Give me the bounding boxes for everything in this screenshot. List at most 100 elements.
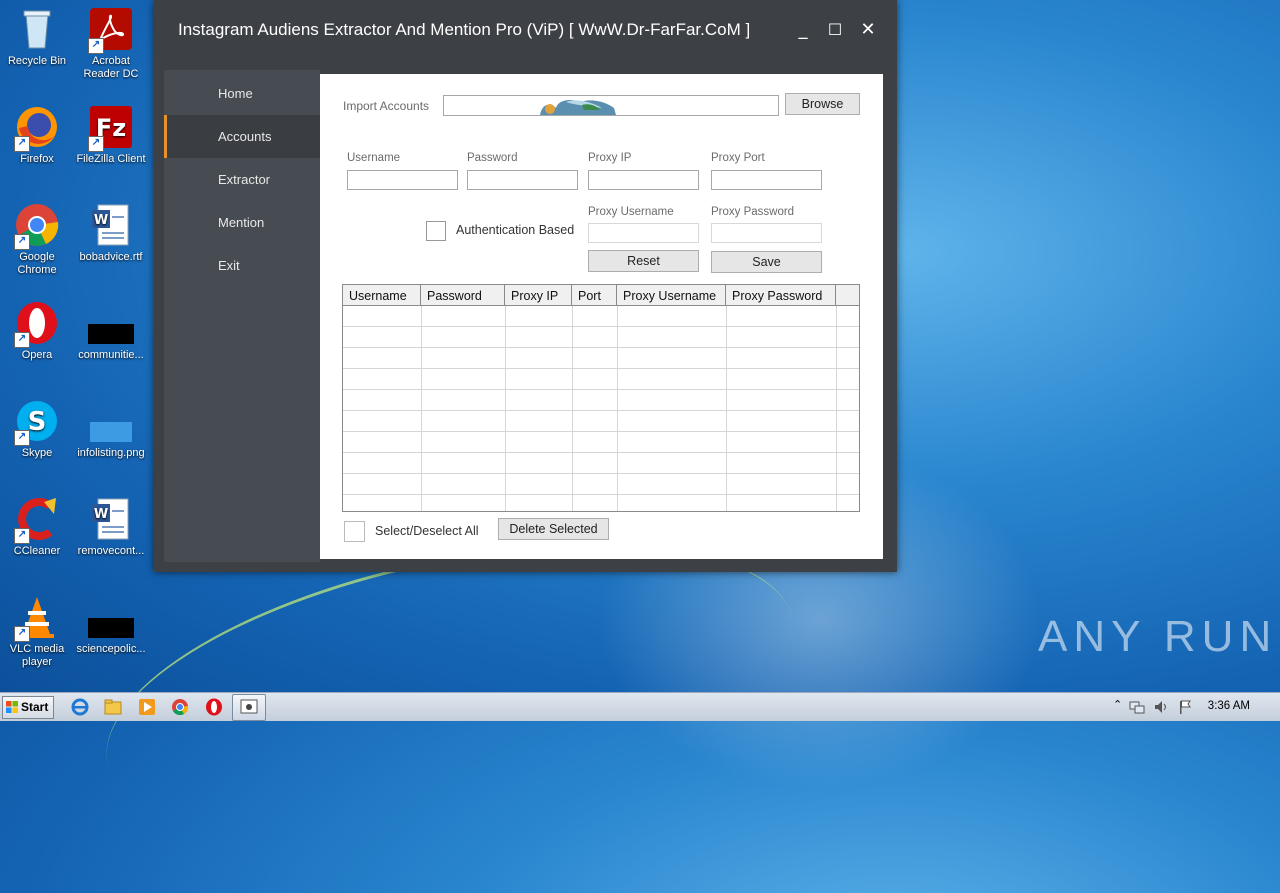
proxy-port-label: Proxy Port <box>711 152 765 164</box>
file-explorer-icon[interactable] <box>103 697 123 717</box>
desktop-icon-sciencepolicy[interactable]: sciencepolic... <box>74 594 148 656</box>
flag-image-icon <box>540 100 616 115</box>
proxy-password-label: Proxy Password <box>711 206 795 218</box>
table-row-line <box>343 389 859 390</box>
internet-explorer-icon[interactable] <box>70 697 90 717</box>
browse-button[interactable]: Browse <box>785 93 860 115</box>
black-file-icon <box>88 300 134 346</box>
desktop-icon-opera[interactable]: ↗ Opera <box>0 300 74 362</box>
chrome-taskbar-icon[interactable] <box>170 697 190 717</box>
column-header-proxy-ip[interactable]: Proxy IP <box>505 285 572 305</box>
shortcut-arrow-icon: ↗ <box>14 234 30 250</box>
start-label: Start <box>21 700 49 714</box>
proxy-username-input[interactable] <box>588 223 699 243</box>
column-header-username[interactable]: Username <box>343 285 421 305</box>
sidebar-item-label: Exit <box>218 258 240 273</box>
column-header-proxy-password[interactable]: Proxy Password <box>726 285 836 305</box>
desktop-icon-removecont[interactable]: W removecont... <box>74 496 148 558</box>
desktop-icon-recycle-bin[interactable]: Recycle Bin <box>0 6 74 68</box>
acrobat-icon: ↗ <box>88 6 134 54</box>
proxy-port-input[interactable] <box>711 170 822 190</box>
sidebar-item-exit[interactable]: Exit <box>164 244 320 287</box>
app-window-icon <box>240 699 258 714</box>
clock[interactable]: 3:36 AM <box>1208 700 1250 712</box>
password-input[interactable] <box>467 170 578 190</box>
proxy-ip-input[interactable] <box>588 170 699 190</box>
firefox-icon: ↗ <box>14 104 60 152</box>
word-document-icon: W <box>88 202 134 248</box>
desktop-icon-bobadvice[interactable]: W bobadvice.rtf <box>74 202 148 264</box>
desktop-icon-label: FileZilla Client <box>76 153 146 165</box>
recycle-bin-icon <box>14 6 60 52</box>
desktop-icon-communities[interactable]: communitie... <box>74 300 148 362</box>
save-button[interactable]: Save <box>711 251 822 273</box>
black-file-icon <box>88 594 134 640</box>
desktop-icon-label: Recycle Bin <box>7 55 67 67</box>
sidebar-item-label: Extractor <box>218 172 271 187</box>
desktop-icon-acrobat[interactable]: ↗ Acrobat Reader DC <box>74 6 148 81</box>
close-button[interactable]: ✕ <box>853 16 883 44</box>
desktop-icon-vlc[interactable]: ↗ VLC media player <box>0 594 74 669</box>
shortcut-arrow-icon: ↗ <box>14 626 30 642</box>
app-window: Instagram Audiens Extractor And Mention … <box>154 0 897 572</box>
desktop-icon-infolisting[interactable]: infolisting.png <box>74 398 148 460</box>
column-header-password[interactable]: Password <box>421 285 505 305</box>
desktop-icon-filezilla[interactable]: Fz ↗ FileZilla Client <box>74 104 148 166</box>
table-row-line <box>343 494 859 495</box>
show-hidden-icons-icon[interactable]: ⌃ <box>1113 698 1122 711</box>
table-row-line <box>343 347 859 348</box>
authentication-label: Authentication Based <box>456 223 575 237</box>
delete-selected-button[interactable]: Delete Selected <box>498 518 609 540</box>
desktop-icon-chrome[interactable]: ↗ Google Chrome <box>0 202 74 277</box>
proxy-password-input[interactable] <box>711 223 822 243</box>
svg-text:S: S <box>28 407 47 437</box>
authentication-checkbox[interactable] <box>426 221 446 241</box>
desktop-icon-ccleaner[interactable]: ↗ CCleaner <box>0 496 74 558</box>
opera-taskbar-icon[interactable] <box>204 697 224 717</box>
column-header-filler <box>836 285 859 305</box>
column-header-proxy-username[interactable]: Proxy Username <box>617 285 726 305</box>
anyrun-watermark: ANY RUN <box>1038 612 1277 662</box>
svg-text:W: W <box>94 507 108 522</box>
desktop-icon-label: VLC media player <box>9 643 65 668</box>
column-header-port[interactable]: Port <box>572 285 617 305</box>
sidebar-item-mention[interactable]: Mention <box>164 201 320 244</box>
password-label: Password <box>467 152 518 164</box>
desktop-icon-label: removecont... <box>77 545 145 557</box>
sidebar-item-extractor[interactable]: Extractor <box>164 158 320 201</box>
maximize-button[interactable]: ☐ <box>820 16 850 44</box>
table-column-line <box>617 306 618 511</box>
title-bar[interactable]: Instagram Audiens Extractor And Mention … <box>154 0 897 60</box>
accounts-table[interactable]: Username Password Proxy IP Port Proxy Us… <box>342 284 860 512</box>
desktop-icon-firefox[interactable]: ↗ Firefox <box>0 104 74 166</box>
username-input[interactable] <box>347 170 458 190</box>
desktop-icon-label: bobadvice.rtf <box>79 251 143 263</box>
network-icon[interactable] <box>1129 699 1145 715</box>
table-row-line <box>343 410 859 411</box>
select-all-checkbox[interactable] <box>344 521 365 542</box>
table-row-line <box>343 431 859 432</box>
reset-button[interactable]: Reset <box>588 250 699 272</box>
table-header: Username Password Proxy IP Port Proxy Us… <box>343 285 859 306</box>
table-row-line <box>343 368 859 369</box>
taskbar-app-instagram-extractor[interactable] <box>232 694 266 721</box>
volume-icon[interactable] <box>1153 699 1169 715</box>
action-center-flag-icon[interactable] <box>1177 699 1193 715</box>
minimize-button[interactable]: _ <box>788 16 818 44</box>
table-row-line <box>343 326 859 327</box>
table-column-line <box>572 306 573 511</box>
import-accounts-field[interactable] <box>443 95 779 116</box>
shortcut-arrow-icon: ↗ <box>14 430 30 446</box>
desktop-icon-label: Opera <box>21 349 53 361</box>
start-button[interactable]: Start <box>2 696 54 719</box>
sidebar-item-label: Mention <box>218 215 265 230</box>
media-player-icon[interactable] <box>137 697 157 717</box>
proxy-ip-label: Proxy IP <box>588 152 632 164</box>
desktop-icon-skype[interactable]: S ↗ Skype <box>0 398 74 460</box>
opera-icon: ↗ <box>14 300 60 348</box>
sidebar-item-home[interactable]: Home <box>164 72 320 115</box>
table-column-line <box>421 306 422 511</box>
desktop-icon-label: sciencepolic... <box>76 643 146 655</box>
sidebar-item-accounts[interactable]: Accounts <box>164 115 320 158</box>
windows-logo-icon <box>6 701 18 713</box>
